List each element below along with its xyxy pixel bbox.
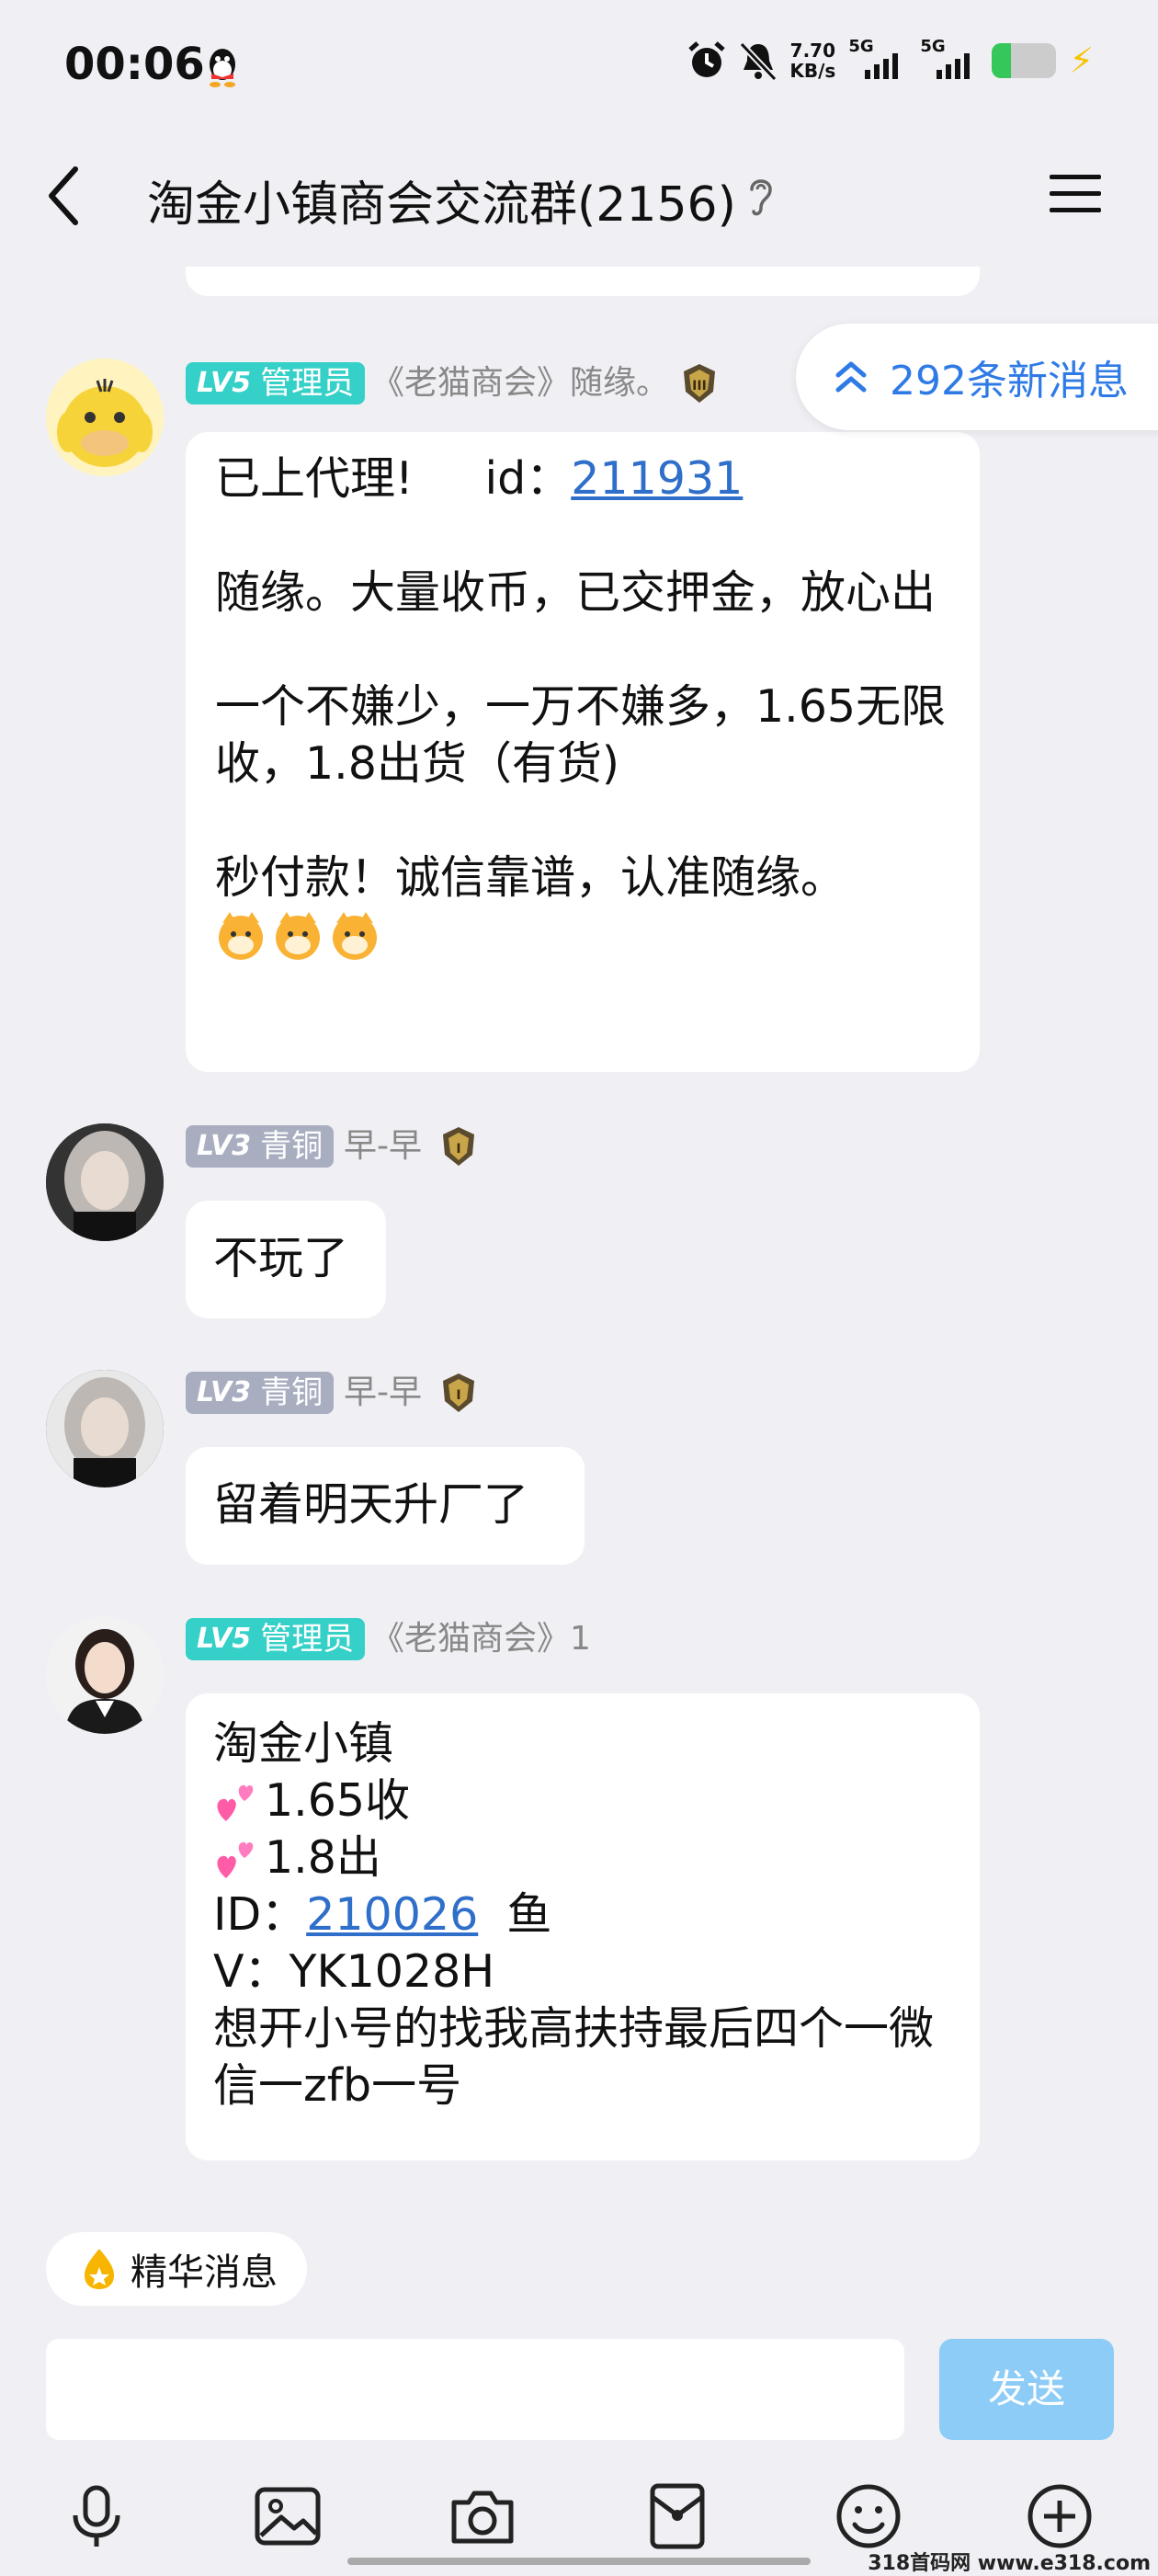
hearts-emoji-icon: [217, 1841, 254, 1878]
message-paragraph: 一个不嫌少，一万不嫌多，1.65无限收，1.8出货（有货): [215, 680, 947, 790]
duck-avatar-icon: [46, 359, 164, 476]
network-speed: 7.70 KB/s: [789, 40, 836, 82]
avatar[interactable]: [46, 1616, 164, 1734]
svg-text:I: I: [456, 1388, 460, 1403]
signal-sim1: 5G: [848, 37, 907, 79]
admin-level-tag: LV5 管理员: [186, 362, 366, 405]
sender-name[interactable]: 《老猫商会》1: [371, 1618, 591, 1660]
message-bubble[interactable]: 留着明天升厂了: [186, 1447, 585, 1565]
girl-avatar-icon: [46, 1370, 164, 1487]
avatar[interactable]: [46, 359, 164, 476]
message-input[interactable]: [46, 2339, 904, 2440]
medal-icon: III: [684, 364, 715, 403]
bronze-level-tag: LV3 青铜: [186, 1372, 335, 1414]
double-chevron-up-icon: [835, 361, 867, 393]
svg-text:III: III: [692, 379, 707, 393]
message-line: 淘金小镇: [213, 1717, 394, 1770]
signal-sim2: 5G: [920, 37, 979, 79]
admin-level-tag: LV5 管理员: [186, 1618, 366, 1660]
message-line: 1.8出: [213, 1829, 952, 1886]
message-bubble[interactable]: 不玩了: [186, 1201, 386, 1318]
flame-icon: [85, 2249, 114, 2289]
message-paragraph: 随缘。大量收币，已交押金，放心出: [215, 566, 937, 619]
message-line: 已上代理! id：211931: [215, 452, 744, 505]
message-paragraph: 秒付款！诚信靠谱，认准随缘。: [215, 851, 846, 904]
charging-icon: ⚡: [1069, 40, 1094, 81]
cat-emoji-icon: [276, 912, 320, 960]
emoji-icon[interactable]: [834, 2482, 903, 2550]
message-line: ID：210026 鱼: [213, 1888, 552, 1941]
partial-message-bubble[interactable]: [186, 267, 980, 296]
message-line: 想开小号的找我高扶持最后四个一微信一zfb一号: [213, 2002, 935, 2112]
emoji-row: [215, 910, 950, 962]
alarm-icon: [688, 41, 726, 77]
message-line: 1.65收: [213, 1772, 952, 1829]
status-time: 00:06: [64, 39, 205, 90]
avatar[interactable]: [46, 1370, 164, 1487]
cat-emoji-icon: [333, 912, 377, 960]
essence-messages-button[interactable]: 精华消息: [46, 2232, 307, 2306]
id-link[interactable]: 211931: [571, 452, 743, 505]
mic-icon[interactable]: [62, 2482, 131, 2550]
svg-text:I: I: [456, 1142, 460, 1157]
sender-name[interactable]: 早-早: [344, 1125, 422, 1168]
girl-avatar-icon: [46, 1123, 164, 1241]
message-line: V：YK1028H: [213, 1945, 495, 1998]
bronze-level-tag: LV3 青铜: [186, 1125, 335, 1168]
message-text: 不玩了: [213, 1232, 349, 1284]
chat-title: 淘金小镇商会交流群(2156): [147, 177, 736, 233]
qq-icon: [210, 49, 235, 87]
ear-icon[interactable]: [744, 173, 778, 219]
message-bubble[interactable]: 淘金小镇 1.65收 1.8出 ID：210026 鱼 V：YK1028H 想开…: [186, 1693, 980, 2160]
plus-icon[interactable]: [1026, 2482, 1094, 2550]
red-packet-icon[interactable]: [643, 2482, 711, 2550]
hearts-emoji-icon: [217, 1784, 254, 1821]
medal-icon: I: [443, 1127, 474, 1166]
battery-icon: [992, 43, 1057, 78]
image-icon[interactable]: [254, 2482, 322, 2550]
new-messages-button[interactable]: 292条新消息: [796, 324, 1158, 430]
new-messages-label: 292条新消息: [890, 358, 1129, 405]
woman-avatar-icon: [46, 1616, 164, 1734]
watermark: 318首码网 www.e318.com: [868, 2552, 1151, 2575]
sender-name[interactable]: 《老猫商会》随缘。: [371, 362, 669, 405]
send-button[interactable]: 发送: [939, 2339, 1114, 2440]
back-arrow-icon[interactable]: [44, 164, 81, 228]
id-link[interactable]: 210026: [306, 1888, 478, 1941]
cat-emoji-icon: [219, 912, 263, 960]
menu-icon[interactable]: [1048, 171, 1103, 217]
home-indicator[interactable]: [347, 2558, 811, 2565]
message-list[interactable]: LV5 管理员 《老猫商会》随缘。 III 已上代理! id：211931 随缘。…: [0, 267, 1158, 2216]
avatar[interactable]: [46, 1123, 164, 1241]
message-bubble[interactable]: 已上代理! id：211931 随缘。大量收币，已交押金，放心出 一个不嫌少，一…: [186, 432, 980, 1072]
sender-name[interactable]: 早-早: [344, 1372, 422, 1414]
mute-icon: [740, 41, 778, 81]
message-text: 留着明天升厂了: [213, 1478, 529, 1531]
status-indicators: 7.70 KB/s 5G 5G ⚡: [687, 37, 1094, 82]
essence-label: 精华消息: [131, 2251, 278, 2294]
camera-icon[interactable]: [448, 2482, 517, 2550]
medal-icon: I: [443, 1373, 474, 1412]
